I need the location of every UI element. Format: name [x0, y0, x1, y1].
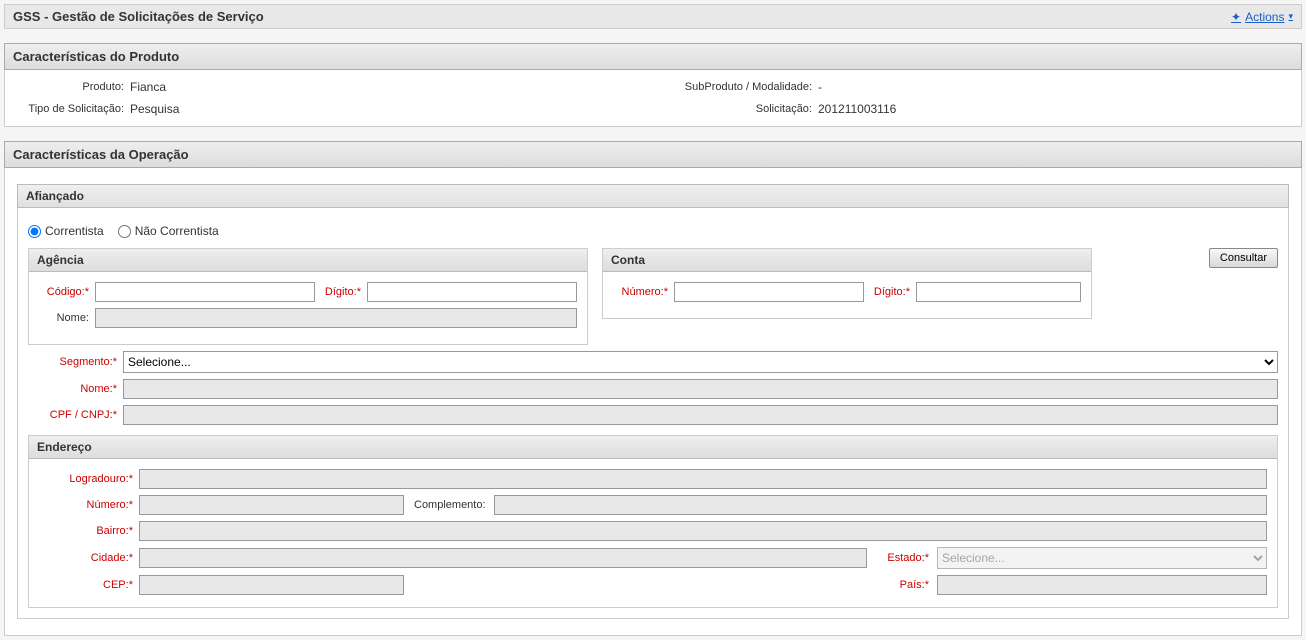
- label-agencia-digito: Dígito:*: [321, 286, 361, 298]
- panel-produto: Características do Produto Produto: Fian…: [4, 43, 1302, 127]
- label-pais: País:*: [867, 579, 937, 591]
- label-complemento: Complemento:: [404, 499, 494, 511]
- label-conta-digito: Dígito:*: [870, 286, 910, 298]
- input-end-numero: [139, 495, 404, 515]
- label-cep: CEP:*: [39, 579, 139, 591]
- fieldset-endereco-header: Endereço: [29, 436, 1277, 459]
- input-pais: [937, 575, 1267, 595]
- consultar-button[interactable]: Consultar: [1209, 248, 1278, 268]
- actions-label: Actions: [1245, 10, 1284, 24]
- input-cep: [139, 575, 404, 595]
- radio-nao-correntista[interactable]: [118, 225, 131, 238]
- value-solicitacao: 201211003116: [818, 102, 896, 116]
- label-tipo-solicitacao: Tipo de Solicitação:: [15, 103, 130, 115]
- label-conta-numero: Número:*: [613, 286, 668, 298]
- value-tipo-solicitacao: Pesquisa: [130, 102, 179, 116]
- select-segmento[interactable]: Selecione...: [123, 351, 1278, 373]
- panel-afiancado: Afiançado Correntista Não Correntista: [17, 184, 1289, 619]
- panel-operacao-header: Características da Operação: [4, 141, 1302, 168]
- radio-nao-correntista-wrap[interactable]: Não Correntista: [118, 224, 219, 238]
- label-cpfcnpj: CPF / CNPJ:*: [28, 409, 123, 421]
- input-conta-digito[interactable]: [916, 282, 1081, 302]
- fieldset-agencia: Agência Código:* Dígito:* Nome:: [28, 248, 588, 345]
- label-subproduto: SubProduto / Modalidade:: [653, 81, 818, 93]
- label-nome: Nome:*: [28, 383, 123, 395]
- panel-produto-header: Características do Produto: [4, 43, 1302, 70]
- input-cidade: [139, 548, 867, 568]
- actions-icon: ✦: [1231, 10, 1241, 24]
- input-bairro: [139, 521, 1267, 541]
- input-logradouro: [139, 469, 1267, 489]
- fieldset-agencia-header: Agência: [29, 249, 587, 272]
- page-header: GSS - Gestão de Solicitações de Serviço …: [4, 4, 1302, 29]
- page-title: GSS - Gestão de Solicitações de Serviço: [13, 9, 264, 24]
- label-agencia-nome: Nome:: [39, 312, 89, 324]
- radio-correntista[interactable]: [28, 225, 41, 238]
- input-complemento: [494, 495, 1267, 515]
- chevron-down-icon: ▾: [1288, 11, 1293, 22]
- label-logradouro: Logradouro:*: [39, 473, 139, 485]
- input-agencia-codigo[interactable]: [95, 282, 315, 302]
- value-produto: Fianca: [130, 80, 166, 94]
- input-nome: [123, 379, 1278, 399]
- actions-menu[interactable]: ✦ Actions ▾: [1231, 10, 1293, 24]
- fieldset-conta-header: Conta: [603, 249, 1091, 272]
- panel-operacao: Características da Operação Afiançado Co…: [4, 141, 1302, 636]
- fieldset-endereco: Endereço Logradouro:* Número:* Complemen…: [28, 435, 1278, 608]
- fieldset-conta: Conta Número:* Dígito:*: [602, 248, 1092, 319]
- radio-correntista-label: Correntista: [45, 224, 104, 238]
- label-bairro: Bairro:*: [39, 525, 139, 537]
- label-solicitacao: Solicitação:: [653, 103, 818, 115]
- input-agencia-nome: [95, 308, 577, 328]
- input-cpfcnpj: [123, 405, 1278, 425]
- label-produto: Produto:: [15, 81, 130, 93]
- panel-afiancado-header: Afiançado: [17, 184, 1289, 208]
- label-estado: Estado:*: [867, 552, 937, 564]
- label-agencia-codigo: Código:*: [39, 286, 89, 298]
- label-cidade: Cidade:*: [39, 552, 139, 564]
- radio-correntista-wrap[interactable]: Correntista: [28, 224, 104, 238]
- input-conta-numero[interactable]: [674, 282, 864, 302]
- radio-nao-correntista-label: Não Correntista: [135, 224, 219, 238]
- input-agencia-digito[interactable]: [367, 282, 577, 302]
- select-estado[interactable]: Selecione...: [937, 547, 1267, 569]
- label-end-numero: Número:*: [39, 499, 139, 511]
- value-subproduto: -: [818, 80, 822, 94]
- label-segmento: Segmento:*: [28, 356, 123, 368]
